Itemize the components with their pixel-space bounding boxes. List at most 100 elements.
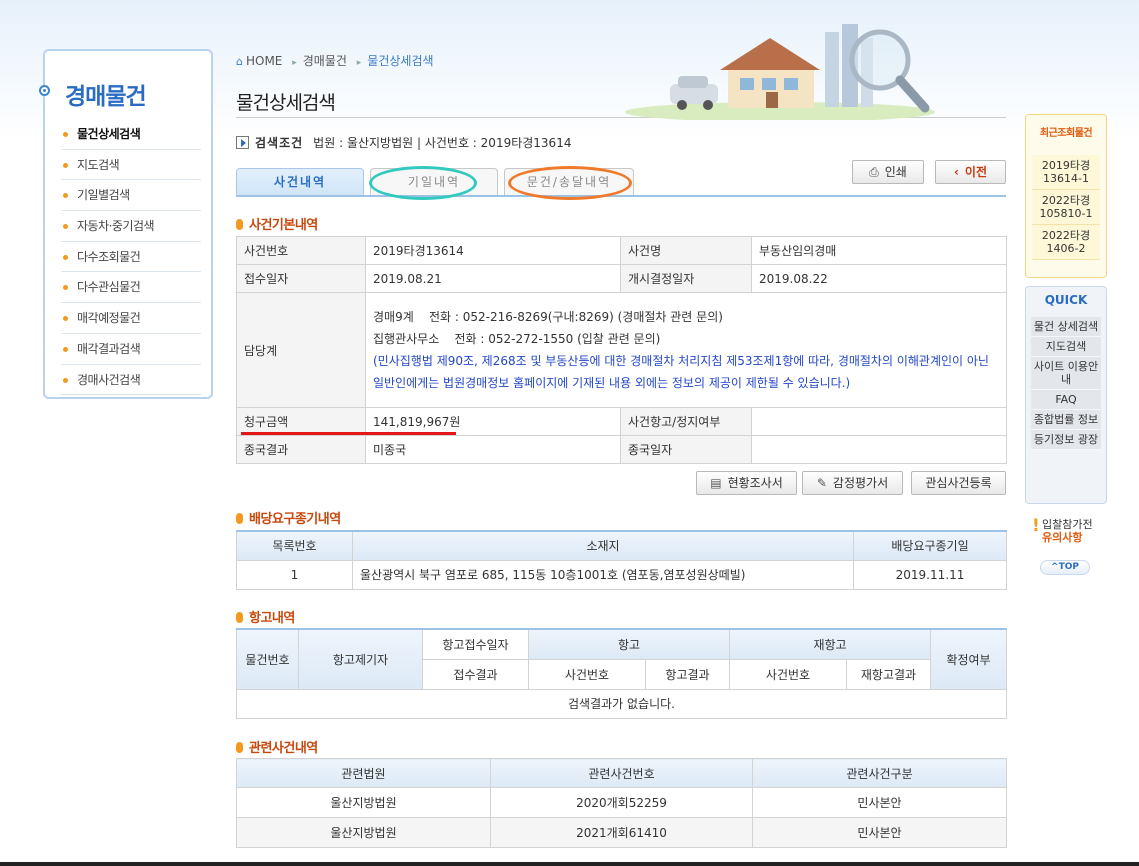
case-name-value: 부동산임의경매 <box>751 236 1007 265</box>
related-type: 민사본안 <box>752 787 1007 818</box>
start-date-label: 개시결정일자 <box>620 264 752 293</box>
tab-case-details[interactable]: 사건내역 <box>236 168 364 196</box>
dividend-header-address: 소재지 <box>352 530 854 561</box>
nav-item-case-search[interactable]: 경매사건검색 <box>61 365 201 396</box>
quick-item-registry[interactable]: 등기정보 광장 <box>1031 430 1101 450</box>
recent-item[interactable]: 2022타경 105810-1 <box>1032 190 1100 225</box>
appeal-status-value <box>751 407 1007 436</box>
nav-item-most-viewed[interactable]: 다수조회물건 <box>61 242 201 273</box>
breadcrumb: ⌂ HOME ▸ 경매물건 ▸ 물건상세검색 <box>236 52 440 69</box>
print-button[interactable]: ⎙ 인쇄 <box>852 160 924 184</box>
related-header-type: 관련사건구분 <box>752 758 1007 788</box>
breadcrumb-item[interactable]: 경매물건 <box>303 54 347 68</box>
quick-menu-panel: QUICK 물건 상세검색 지도검색 사이트 이용안내 FAQ 종합법률 정보 … <box>1025 286 1107 504</box>
quick-item-map-search[interactable]: 지도검색 <box>1031 337 1101 357</box>
back-button[interactable]: ‹ 이전 <box>935 160 1006 184</box>
highlight-ring-teal <box>369 166 477 200</box>
table-row: 울산지방법원 2020개회52259 민사본안 <box>236 787 1007 818</box>
arrow-right-icon <box>236 136 249 149</box>
recent-title: 최근조회물건 <box>1039 128 1093 139</box>
case-name-label: 사건명 <box>620 236 752 265</box>
nav-item-date-search[interactable]: 기일별검색 <box>61 180 201 212</box>
dividend-table: 목록번호 소재지 배당요구종기일 1 울산광역시 북구 염포로 685, 115… <box>236 530 1007 590</box>
appeal-header-appeal: 항고 <box>528 628 730 660</box>
nav-item-most-interest[interactable]: 다수관심물건 <box>61 272 201 304</box>
nav-item-detail-search[interactable]: 물건상세검색 <box>61 119 201 150</box>
dividend-header-no: 목록번호 <box>236 530 353 561</box>
chevron-right-icon: ▸ <box>356 58 362 68</box>
bid-notice-link[interactable]: ! 입찰참가전 유의사항 <box>1032 516 1112 545</box>
appeal-header-receipt-result: 접수결과 <box>422 658 529 690</box>
appeal-header-date: 항고접수일자 <box>422 628 529 660</box>
dividend-no: 1 <box>236 559 353 590</box>
search-condition: 검색조건 법원 : 울산지방법원 | 사건번호 : 2019타경13614 <box>236 134 571 151</box>
related-type: 민사본안 <box>752 817 1007 848</box>
charge-label: 담당계 <box>236 292 366 408</box>
quick-item-faq[interactable]: FAQ <box>1031 390 1101 410</box>
table-row: 울산지방법원 2021개회61410 민사본안 <box>236 817 1007 848</box>
dividend-address: 울산광역시 북구 염포로 685, 115동 10층1001호 (염포동,염포성… <box>352 559 854 590</box>
nav-item-vehicle-search[interactable]: 자동차·중기검색 <box>61 211 201 242</box>
recent-item[interactable]: 2019타경 13614-1 <box>1032 155 1100 190</box>
final-date-label: 종국일자 <box>620 435 752 464</box>
appeal-empty-message: 검색결과가 없습니다. <box>236 688 1007 719</box>
section-related-heading: 관련사건내역 <box>236 737 318 756</box>
related-table: 관련법원 관련사건번호 관련사건구분 울산지방법원 2020개회52259 민사… <box>236 758 1007 848</box>
related-court: 울산지방법원 <box>236 817 491 848</box>
quick-item-detail-search[interactable]: 물건 상세검색 <box>1031 317 1101 337</box>
nav-bullet-icon <box>39 85 50 96</box>
section-appeal-heading: 항고내역 <box>236 607 295 626</box>
breadcrumb-home[interactable]: HOME <box>246 54 282 68</box>
case-no-value: 2019타경13614 <box>365 236 621 265</box>
basic-info-table: 사건번호 2019타경13614 사건명 부동산임의경매 접수일자 2019.0… <box>236 236 1007 464</box>
final-result-value: 미종국 <box>365 435 621 464</box>
document-icon: ▤ <box>710 476 722 490</box>
nav-title: 경매물건 <box>65 84 147 110</box>
appeal-header-case-no: 사건번호 <box>528 658 646 690</box>
recent-items-panel: 최근조회물건 2019타경 13614-1 2022타경 105810-1 20… <box>1025 114 1107 278</box>
charge-line-1: 경매9계 전화 : 052-216-8269(구내:8269) (경매절차 관련… <box>373 310 723 324</box>
register-interest-button[interactable]: 관심사건등록 <box>911 471 1006 495</box>
quick-item-legal-info[interactable]: 종합법률 정보 <box>1031 410 1101 430</box>
notice-line-1: 입찰참가전 <box>1042 518 1093 531</box>
appeal-header-filer: 항고제기자 <box>298 628 423 690</box>
quick-title: QUICK <box>1044 293 1088 307</box>
highlight-ring-orange <box>508 166 632 200</box>
related-case-no: 2020개회52259 <box>490 787 753 818</box>
chevron-right-icon: ▸ <box>292 58 297 68</box>
back-label: 이전 <box>964 165 988 179</box>
search-condition-text: 법원 : 울산지방법원 | 사건번호 : 2019타경13614 <box>313 136 572 150</box>
printer-icon: ⎙ <box>869 165 879 179</box>
print-label: 인쇄 <box>884 165 907 179</box>
nav-item-scheduled[interactable]: 매각예정물건 <box>61 303 201 334</box>
dividend-header-date: 배당요구종기일 <box>853 530 1007 561</box>
survey-label: 현황조사서 <box>727 476 783 490</box>
appeal-status-label: 사건항고/정지여부 <box>620 407 752 436</box>
appraisal-report-button[interactable]: ✎ 감정평가서 <box>802 471 903 495</box>
nav-item-map-search[interactable]: 지도검색 <box>61 150 201 181</box>
exclamation-icon: ! <box>1032 516 1040 536</box>
dividend-date: 2019.11.11 <box>853 559 1007 590</box>
final-result-label: 종국결과 <box>236 435 366 464</box>
tabs-divider <box>236 195 1006 197</box>
receipt-date-value: 2019.08.21 <box>365 264 621 293</box>
related-header-court: 관련법원 <box>236 758 491 788</box>
charge-note: (민사집행법 제90조, 제268조 및 부동산등에 대한 경매절차 처리지침 … <box>373 354 989 390</box>
survey-report-button[interactable]: ▤ 현황조사서 <box>696 471 797 495</box>
related-case-no: 2021개회61410 <box>490 817 753 848</box>
top-button[interactable]: ^TOP <box>1040 560 1090 575</box>
appraisal-label: 감정평가서 <box>832 476 889 490</box>
section-dividend-heading: 배당요구종기내역 <box>236 508 341 527</box>
claim-red-underline <box>241 432 456 435</box>
edit-icon: ✎ <box>816 476 827 490</box>
home-icon: ⌂ <box>236 55 243 68</box>
quick-item-site-guide[interactable]: 사이트 이용안내 <box>1031 357 1101 390</box>
appeal-table: 물건번호 항고제기자 항고접수일자 항고 재항고 확정여부 접수결과 사건번호 … <box>236 628 1007 719</box>
breadcrumb-current[interactable]: 물건상세검색 <box>367 54 433 68</box>
nav-item-result-search[interactable]: 매각결과검색 <box>61 334 201 365</box>
final-date-value <box>751 435 1007 464</box>
interest-label: 관심사건등록 <box>925 476 992 490</box>
appeal-header-appeal-result: 항고결과 <box>645 658 730 690</box>
recent-item[interactable]: 2022타경 1406-2 <box>1032 225 1100 260</box>
appeal-header-item: 물건번호 <box>236 628 299 690</box>
